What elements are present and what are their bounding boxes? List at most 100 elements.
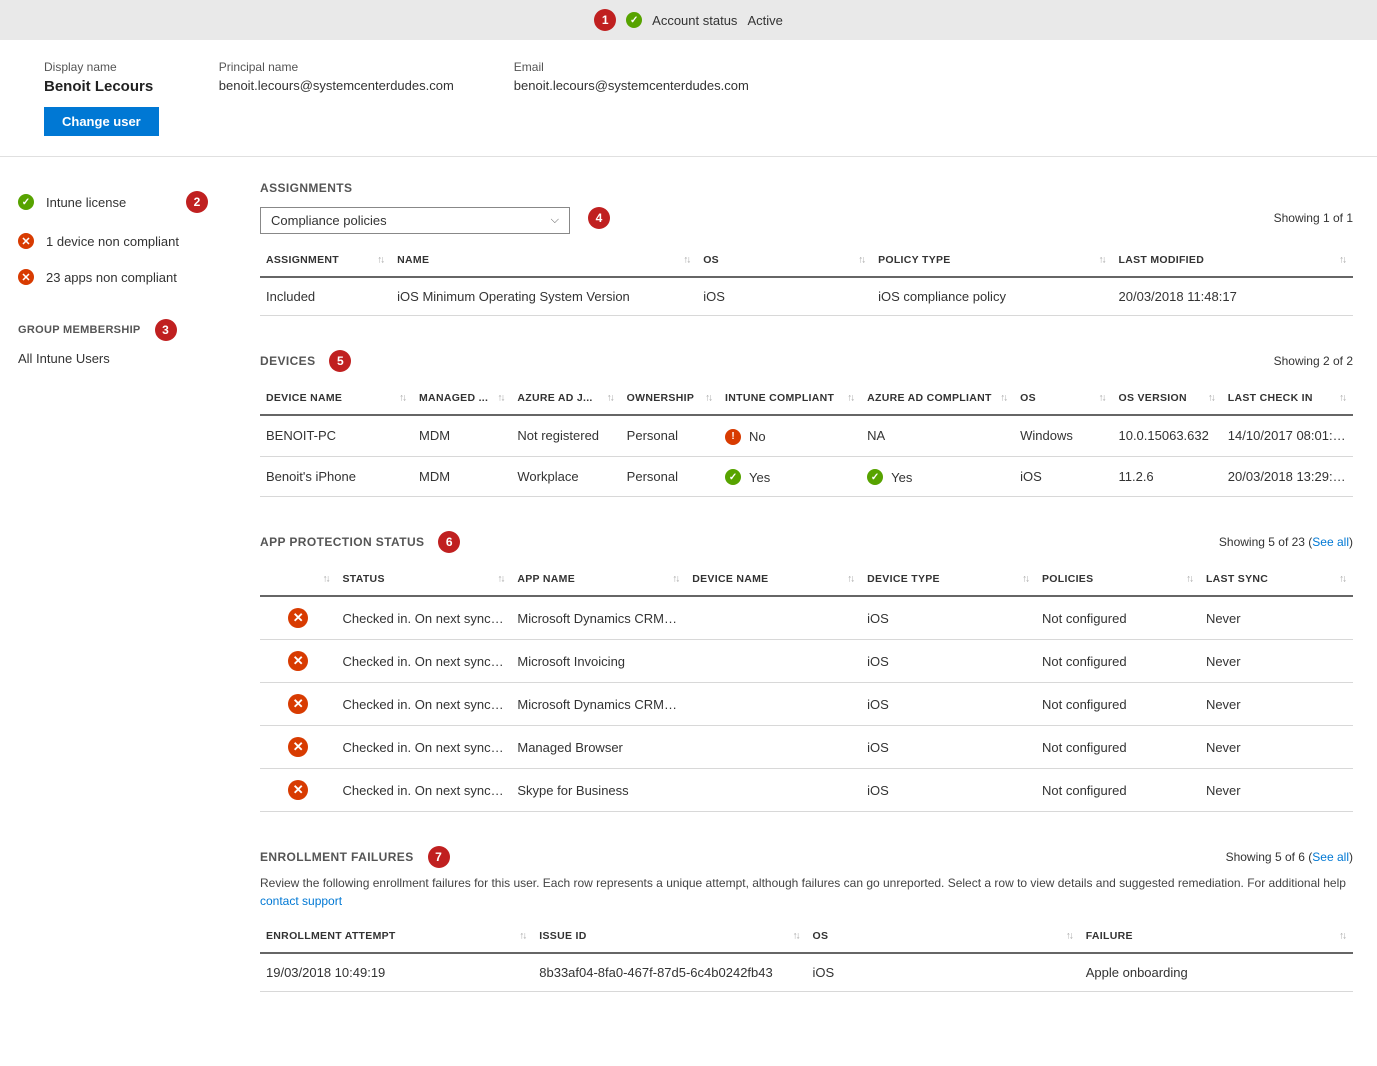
table-row[interactable]: ✕Checked in. On next sync, th...Microsof… (260, 683, 1353, 726)
compliance-icon: ✓ (867, 469, 883, 485)
column-header[interactable]: LAST SYNC↑↓ (1200, 563, 1353, 596)
annotation-marker-4: 4 (588, 207, 610, 229)
sort-icon: ↑↓ (847, 393, 853, 404)
account-status-value: Active (747, 13, 782, 28)
table-row[interactable]: ✕Checked in. On next sync, th...Skype fo… (260, 769, 1353, 812)
sort-icon: ↑↓ (1099, 255, 1105, 266)
app-protection-showing: Showing 5 of 23 (See all) (1219, 535, 1353, 549)
column-header[interactable]: ↑↓ (260, 563, 337, 596)
sort-icon: ↑↓ (1000, 393, 1006, 404)
column-header[interactable]: OS↑↓ (1014, 382, 1112, 415)
table-cell: ✕ (260, 769, 337, 812)
table-cell: MDM (413, 415, 511, 456)
devices-table: DEVICE NAME↑↓MANAGED ...↑↓AZURE AD J...↑… (260, 382, 1353, 497)
table-row[interactable]: IncludediOS Minimum Operating System Ver… (260, 277, 1353, 316)
table-cell: MDM (413, 456, 511, 497)
column-header[interactable]: DEVICE NAME↑↓ (260, 382, 413, 415)
table-cell: Benoit's iPhone (260, 456, 413, 497)
see-all-link[interactable]: See all (1312, 850, 1349, 864)
status-device-noncompliant[interactable]: ✕ 1 device non compliant (18, 223, 212, 259)
table-cell: Microsoft Invoicing (511, 640, 686, 683)
table-cell (686, 726, 861, 769)
dropdown-value: Compliance policies (271, 213, 387, 228)
sort-icon: ↑↓ (1339, 255, 1345, 266)
table-cell: 20/03/2018 13:29:12 (1222, 456, 1353, 497)
table-cell: Not configured (1036, 596, 1200, 640)
sort-icon: ↑↓ (672, 574, 678, 585)
column-header[interactable]: ISSUE ID↑↓ (533, 920, 806, 953)
column-header[interactable]: POLICIES↑↓ (1036, 563, 1200, 596)
status-intune-license[interactable]: ✓ Intune license 2 (18, 181, 212, 223)
column-header[interactable]: DEVICE NAME↑↓ (686, 563, 861, 596)
column-header[interactable]: APP NAME↑↓ (511, 563, 686, 596)
table-cell: Not configured (1036, 683, 1200, 726)
table-cell: Managed Browser (511, 726, 686, 769)
see-all-link[interactable]: See all (1312, 535, 1349, 549)
table-row[interactable]: Benoit's iPhoneMDMWorkplacePersonal✓ Yes… (260, 456, 1353, 497)
column-header[interactable]: MANAGED ...↑↓ (413, 382, 511, 415)
table-cell: iOS (861, 726, 1036, 769)
status-text: Intune license (46, 195, 126, 210)
compliance-icon: ! (725, 429, 741, 445)
column-header[interactable]: ASSIGNMENT↑↓ (260, 244, 391, 277)
table-row[interactable]: 19/03/2018 10:49:198b33af04-8fa0-467f-87… (260, 953, 1353, 992)
contact-support-link[interactable]: contact support (260, 894, 342, 908)
status-text: 23 apps non compliant (46, 270, 177, 285)
column-header[interactable]: OS↑↓ (807, 920, 1080, 953)
table-cell: ✓ Yes (861, 456, 1014, 497)
table-cell: Apple onboarding (1080, 953, 1353, 992)
table-row[interactable]: ✕Checked in. On next sync, th...Microsof… (260, 640, 1353, 683)
sort-icon: ↑↓ (1339, 393, 1345, 404)
table-cell (686, 596, 861, 640)
error-icon: ✕ (18, 233, 34, 249)
table-cell: 8b33af04-8fa0-467f-87d5-6c4b0242fb43 (533, 953, 806, 992)
table-cell: ✕ (260, 596, 337, 640)
assignments-showing: Showing 1 of 1 (1274, 211, 1353, 225)
status-apps-noncompliant[interactable]: ✕ 23 apps non compliant (18, 259, 212, 295)
column-header[interactable]: AZURE AD J...↑↓ (511, 382, 620, 415)
column-header[interactable]: LAST CHECK IN↑↓ (1222, 382, 1353, 415)
table-cell: Included (260, 277, 391, 316)
error-icon: ✕ (288, 780, 308, 800)
column-header[interactable]: LAST MODIFIED↑↓ (1113, 244, 1353, 277)
sort-icon: ↑↓ (683, 255, 689, 266)
column-header[interactable]: POLICY TYPE↑↓ (872, 244, 1112, 277)
annotation-marker-7: 7 (428, 846, 450, 868)
group-membership-item[interactable]: All Intune Users (18, 341, 212, 366)
table-cell: Microsoft Dynamics CRM on... (511, 683, 686, 726)
column-header[interactable]: OS VERSION↑↓ (1112, 382, 1221, 415)
table-cell: Personal (621, 456, 719, 497)
table-cell: 10.0.15063.632 (1112, 415, 1221, 456)
sort-icon: ↑↓ (323, 574, 329, 585)
assignments-table: ASSIGNMENT↑↓NAME↑↓OS↑↓POLICY TYPE↑↓LAST … (260, 244, 1353, 316)
table-cell: Never (1200, 596, 1353, 640)
column-header[interactable]: INTUNE COMPLIANT↑↓ (719, 382, 861, 415)
table-cell: 19/03/2018 10:49:19 (260, 953, 533, 992)
enrollment-showing: Showing 5 of 6 (See all) (1226, 850, 1353, 864)
table-cell (686, 769, 861, 812)
devices-panel: DEVICES 5 Showing 2 of 2 DEVICE NAME↑↓MA… (260, 350, 1353, 497)
table-row[interactable]: BENOIT-PCMDMNot registeredPersonal! No N… (260, 415, 1353, 456)
column-header[interactable]: AZURE AD COMPLIANT↑↓ (861, 382, 1014, 415)
enrollment-failures-panel: ENROLLMENT FAILURES 7 Showing 5 of 6 (Se… (260, 846, 1353, 992)
column-header[interactable]: DEVICE TYPE↑↓ (861, 563, 1036, 596)
column-header[interactable]: OS↑↓ (697, 244, 872, 277)
table-cell: 20/03/2018 11:48:17 (1113, 277, 1353, 316)
sort-icon: ↑↓ (1208, 393, 1214, 404)
table-row[interactable]: ✕Checked in. On next sync, th...Managed … (260, 726, 1353, 769)
column-header[interactable]: NAME↑↓ (391, 244, 697, 277)
app-protection-table: ↑↓ STATUS↑↓APP NAME↑↓DEVICE NAME↑↓DEVICE … (260, 563, 1353, 812)
sort-icon: ↑↓ (1339, 931, 1345, 942)
column-header[interactable]: OWNERSHIP↑↓ (621, 382, 719, 415)
chevron-down-icon: ⌵ (551, 214, 559, 227)
user-header: Display name Benoit Lecours Change user … (0, 40, 1377, 157)
devices-showing: Showing 2 of 2 (1274, 354, 1353, 368)
column-header[interactable]: ENROLLMENT ATTEMPT↑↓ (260, 920, 533, 953)
app-protection-title: APP PROTECTION STATUS (260, 535, 424, 549)
sort-icon: ↑↓ (519, 931, 525, 942)
column-header[interactable]: FAILURE↑↓ (1080, 920, 1353, 953)
column-header[interactable]: STATUS↑↓ (337, 563, 512, 596)
assignments-filter-dropdown[interactable]: Compliance policies ⌵ (260, 207, 570, 234)
change-user-button[interactable]: Change user (44, 107, 159, 136)
table-row[interactable]: ✕Checked in. On next sync, th...Microsof… (260, 596, 1353, 640)
